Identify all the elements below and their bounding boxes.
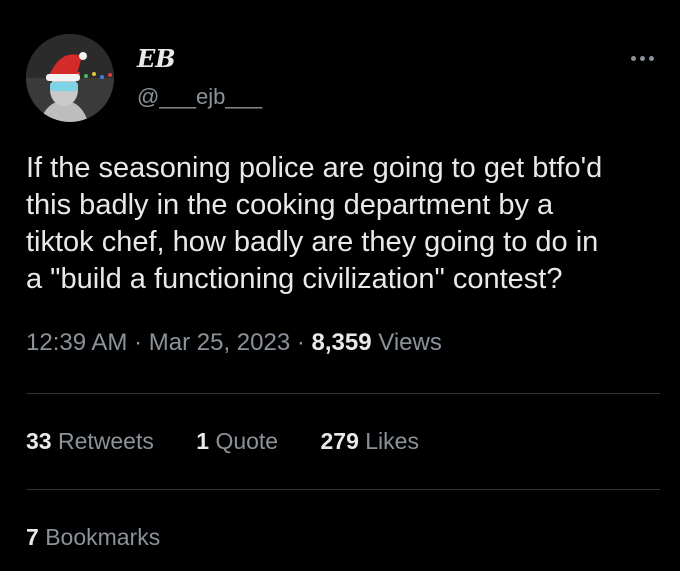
tweet-text: If the seasoning police are going to get… <box>26 152 603 295</box>
author-handle[interactable]: @___ejb___ <box>137 84 262 110</box>
bookmarks-stat[interactable]: 7 Bookmarks <box>26 524 160 551</box>
author-display-name[interactable]: EB <box>137 44 176 73</box>
dot <box>639 55 645 61</box>
views-count: 8,359 <box>311 329 372 356</box>
dot <box>648 55 654 61</box>
retweets-count: 33 <box>26 428 52 454</box>
quotes-stat[interactable]: 1 Quote <box>196 428 278 455</box>
tweet-date[interactable]: Mar 25, 2023 <box>149 329 290 356</box>
engagement-stats: 33 Retweets 1 Quote 279 Likes <box>26 428 419 455</box>
divider <box>26 489 660 490</box>
meta-separator: · <box>296 329 305 356</box>
divider <box>26 393 660 394</box>
avatar-santa-hat-icon <box>26 34 114 122</box>
tweet-time[interactable]: 12:39 AM <box>26 329 127 356</box>
bookmarks-label: Bookmarks <box>45 524 161 550</box>
quotes-count: 1 <box>196 428 210 454</box>
tweet-card: EB @___ejb___ If the seasoning police ar… <box>0 0 680 571</box>
retweets-label: Retweets <box>57 428 154 454</box>
more-options-icon[interactable] <box>620 46 664 70</box>
bookmarks-count: 7 <box>26 524 39 550</box>
quotes-label: Quote <box>215 428 279 454</box>
dot <box>630 55 636 61</box>
views-label: Views <box>378 329 442 356</box>
likes-stat[interactable]: 279 Likes <box>320 428 418 455</box>
retweets-stat[interactable]: 33 Retweets <box>26 428 154 455</box>
likes-label: Likes <box>365 428 419 454</box>
likes-count: 279 <box>320 428 359 454</box>
meta-separator: · <box>134 329 143 356</box>
tweet-meta: 12:39 AM · Mar 25, 2023 · 8,359 Views <box>26 329 442 357</box>
avatar[interactable] <box>26 34 114 122</box>
